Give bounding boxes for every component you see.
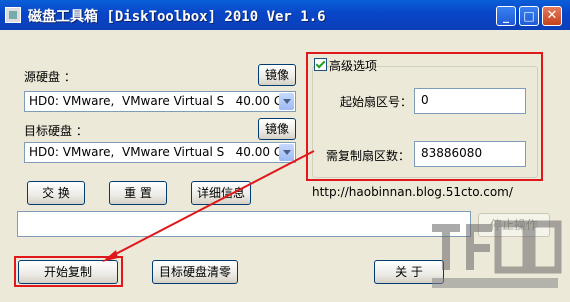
watermark-logo xyxy=(432,220,562,288)
